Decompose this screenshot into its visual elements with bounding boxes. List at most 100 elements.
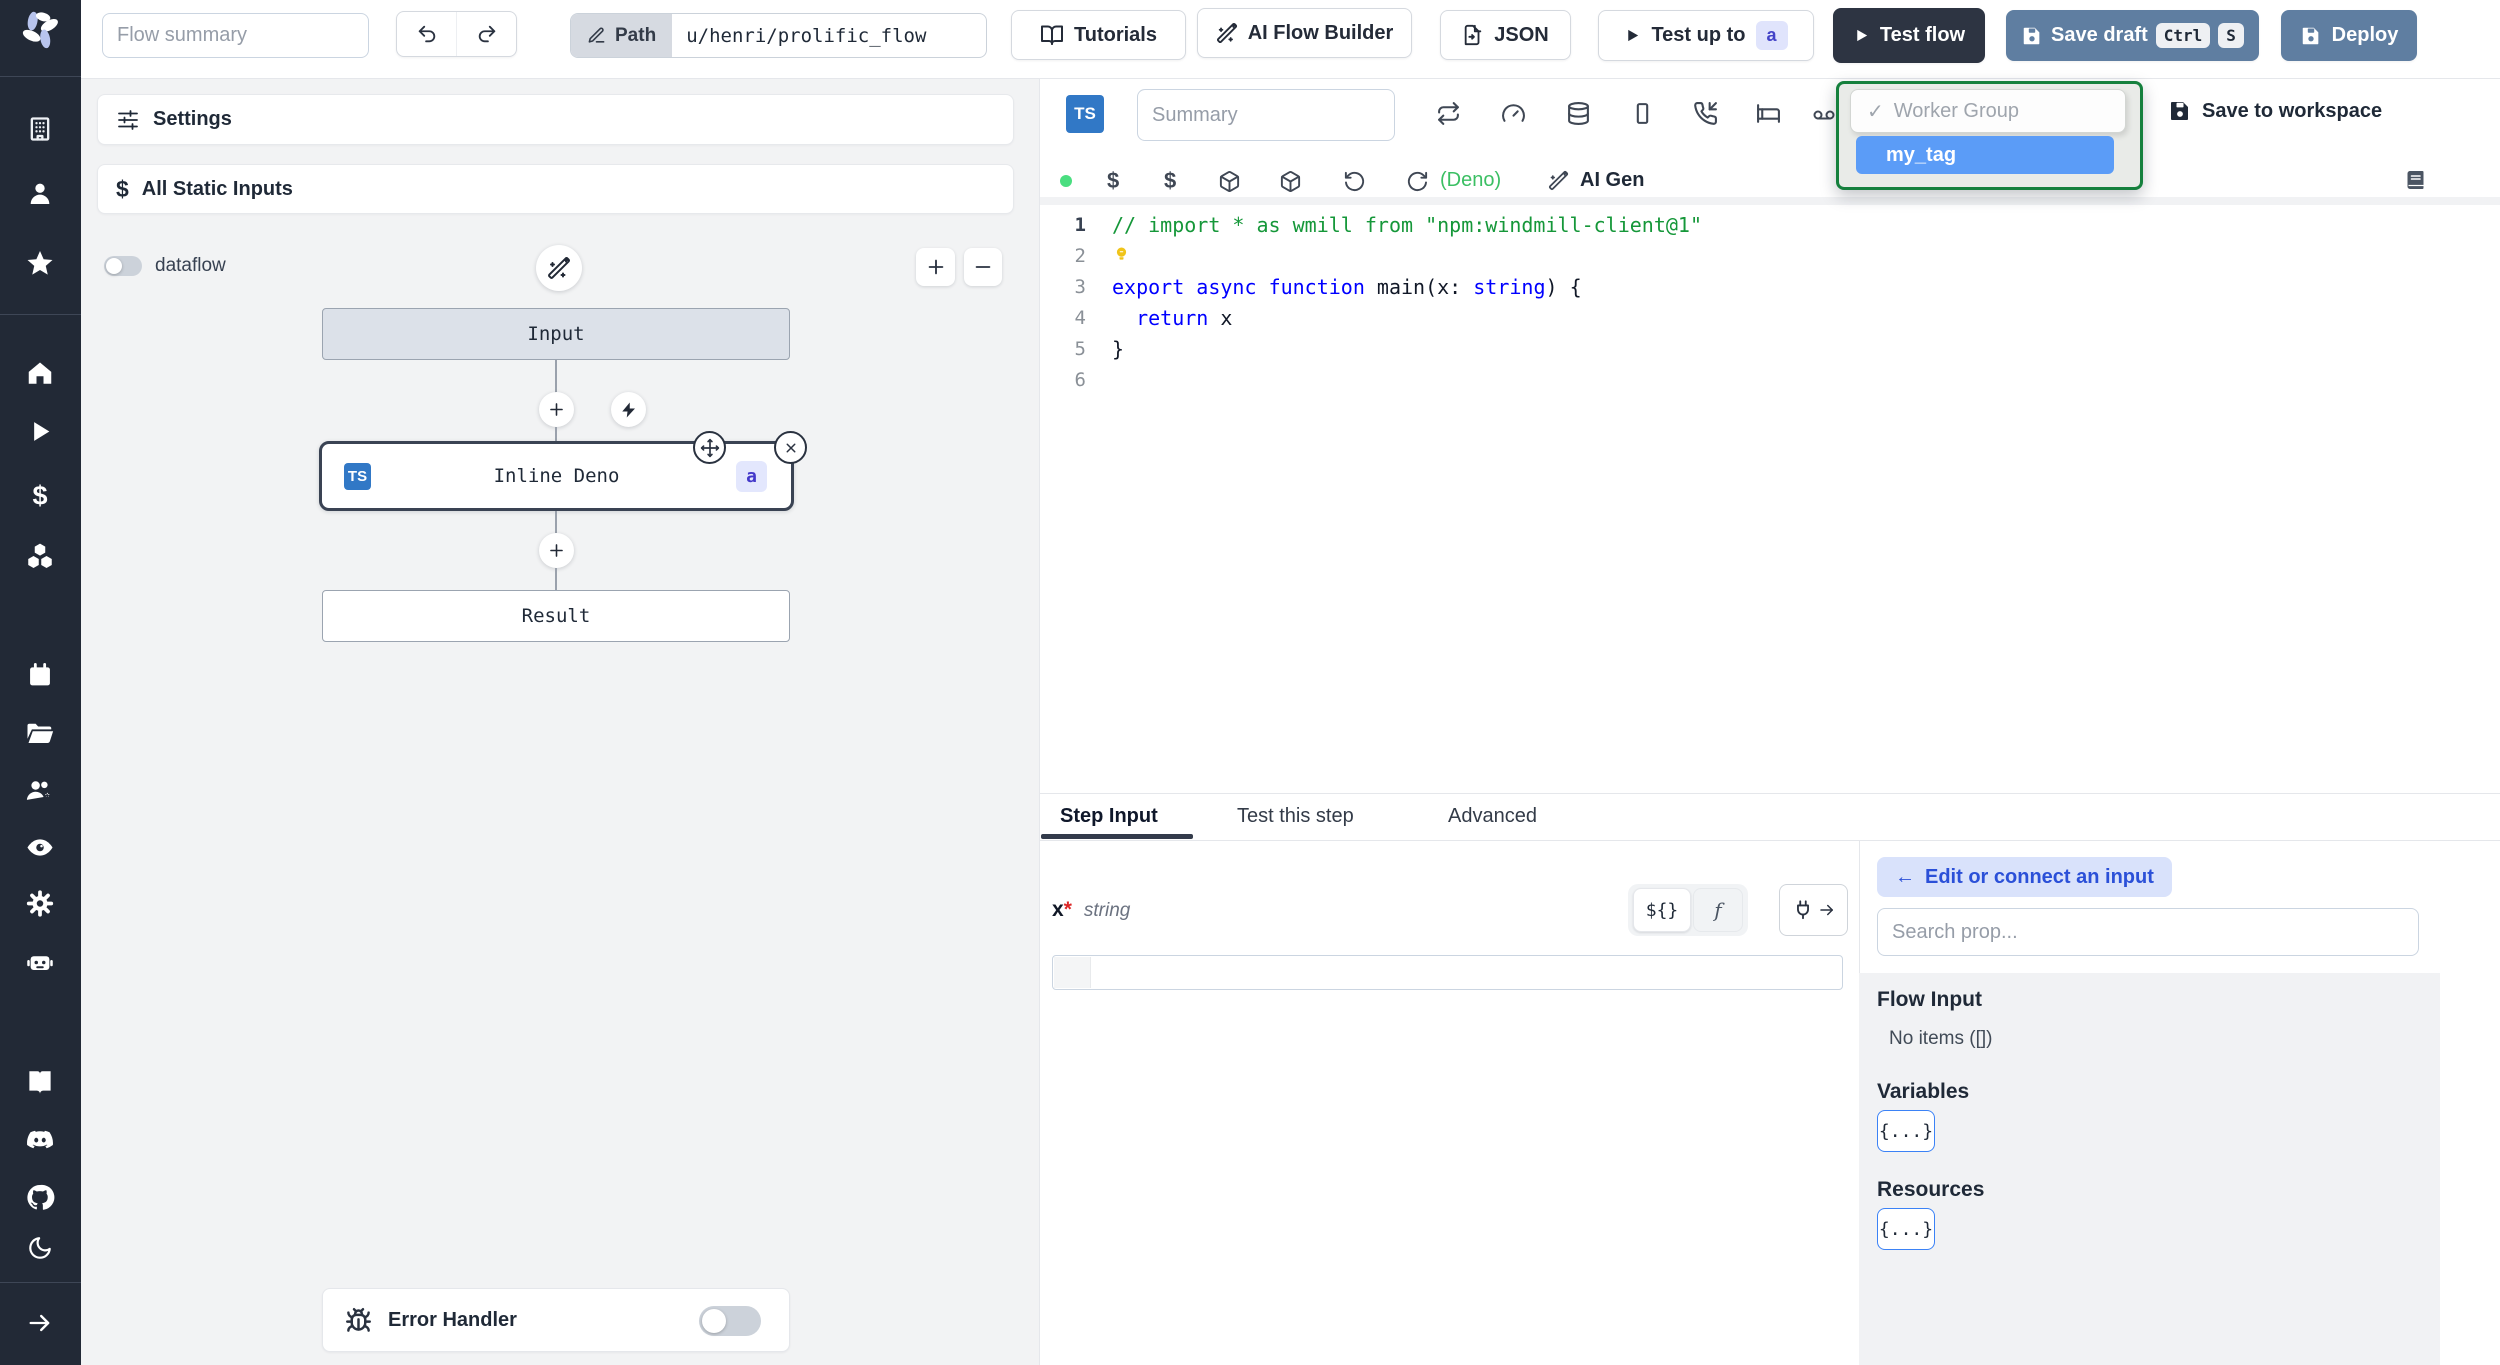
- connect-input-button[interactable]: [1779, 884, 1848, 936]
- cache-database-icon[interactable]: [1566, 101, 1591, 126]
- edge: [555, 511, 557, 533]
- worker-group-dropdown[interactable]: ✓ Worker Group my_tag: [1836, 81, 2143, 190]
- code-editor[interactable]: 1// import * as wmill from "npm:windmill…: [1040, 210, 2500, 790]
- docs-book-icon[interactable]: [25, 1068, 55, 1103]
- retries-repeat-icon[interactable]: [1436, 101, 1461, 126]
- reload-runtime-icon[interactable]: [1406, 170, 1429, 193]
- history-icon[interactable]: [1343, 170, 1366, 193]
- tutorials-label: Tutorials: [1074, 23, 1157, 46]
- variables-object-chip[interactable]: {...}: [1877, 1110, 1935, 1152]
- worker-group-option-my-tag[interactable]: my_tag: [1856, 136, 2114, 174]
- test-up-to-button[interactable]: Test up to a: [1598, 10, 1814, 61]
- arrow-right-icon: [1819, 904, 1833, 916]
- move-step-handle[interactable]: [693, 431, 726, 464]
- dataflow-toggle-knob: [106, 258, 122, 274]
- ai-wand-button[interactable]: [536, 245, 582, 291]
- tutorials-button[interactable]: Tutorials: [1011, 10, 1186, 60]
- ai-flow-builder-button[interactable]: AI Flow Builder: [1197, 8, 1412, 58]
- template-mode-button[interactable]: ${}: [1633, 888, 1691, 932]
- expand-sidebar-arrow-icon[interactable]: [26, 1309, 54, 1337]
- flow-input-node[interactable]: Input: [322, 308, 790, 360]
- discord-icon[interactable]: [25, 1125, 55, 1160]
- early-stop-icon[interactable]: [1630, 101, 1655, 126]
- my-tag-label: my_tag: [1886, 143, 1957, 166]
- error-handler-toggle[interactable]: [699, 1306, 761, 1336]
- error-handler-card[interactable]: Error Handler: [322, 1288, 790, 1352]
- settings-bar[interactable]: Settings: [97, 94, 1014, 145]
- package-box-icon[interactable]: [1279, 170, 1302, 193]
- variables-dollar-icon[interactable]: $: [32, 481, 47, 512]
- dollar-icon[interactable]: $: [1107, 168, 1119, 194]
- edit-or-connect-button[interactable]: ← Edit or connect an input: [1877, 857, 2172, 897]
- settings-gear-icon[interactable]: [25, 889, 55, 924]
- flow-input-section-title: Flow Input: [1877, 988, 1982, 1011]
- trigger-zap-button[interactable]: [611, 392, 646, 427]
- favorites-star-icon[interactable]: [25, 249, 55, 284]
- deploy-button[interactable]: Deploy: [2281, 10, 2417, 61]
- lightbulb-icon[interactable]: [1112, 242, 1131, 273]
- play-icon: [1857, 29, 1868, 42]
- resources-cubes-icon[interactable]: [25, 541, 55, 576]
- flow-summary-input[interactable]: [102, 13, 369, 58]
- package-box-icon[interactable]: [1218, 170, 1241, 193]
- home-icon[interactable]: [25, 358, 55, 393]
- ai-robot-icon[interactable]: [25, 948, 55, 983]
- test-up-to-step-badge[interactable]: a: [1755, 21, 1788, 50]
- mock-voicemail-icon[interactable]: [1812, 103, 1836, 127]
- groups-users-gear-icon[interactable]: [25, 776, 55, 811]
- path-value[interactable]: u/henri/prolific_flow: [672, 14, 940, 57]
- audit-eye-icon[interactable]: [25, 833, 55, 868]
- summary-input[interactable]: [1137, 89, 1395, 141]
- tab-step-input[interactable]: Step Input: [1060, 805, 1158, 828]
- javascript-mode-button[interactable]: f: [1693, 888, 1743, 932]
- suspend-phone-icon[interactable]: [1693, 101, 1718, 126]
- resources-section-title: Resources: [1877, 1178, 1985, 1201]
- dataflow-toggle[interactable]: [104, 256, 142, 276]
- save-draft-button[interactable]: Save draft Ctrl S: [2006, 10, 2259, 61]
- delete-step-button[interactable]: [774, 431, 807, 464]
- runs-play-icon[interactable]: [26, 418, 54, 451]
- tab-advanced[interactable]: Advanced: [1448, 805, 1537, 828]
- result-node[interactable]: Result: [322, 590, 790, 642]
- save-to-workspace-button[interactable]: Save to workspace: [2168, 99, 2382, 123]
- windmill-logo-icon[interactable]: [17, 8, 63, 59]
- toolbar-divider: [1040, 197, 2500, 205]
- move-icon: [700, 438, 719, 457]
- tab-test-this-step[interactable]: Test this step: [1237, 805, 1354, 828]
- dollar-icon[interactable]: $: [1164, 168, 1176, 194]
- insert-step-button[interactable]: [539, 533, 574, 568]
- worker-group-placeholder-option[interactable]: ✓ Worker Group: [1850, 89, 2126, 133]
- save-icon: [2171, 102, 2188, 120]
- folders-icon[interactable]: [25, 718, 55, 753]
- all-static-inputs-bar[interactable]: $ All Static Inputs: [97, 164, 1014, 214]
- minus-icon: [975, 266, 991, 268]
- user-icon[interactable]: [26, 180, 54, 213]
- dark-mode-moon-icon[interactable]: [27, 1235, 53, 1261]
- pencil-icon: [588, 27, 605, 43]
- test-up-to-label: Test up to: [1651, 24, 1746, 46]
- edit-or-connect-label: Edit or connect an input: [1925, 865, 2154, 888]
- ai-gen-label[interactable]: AI Gen: [1580, 169, 1644, 192]
- json-button[interactable]: JSON: [1440, 10, 1571, 60]
- undo-button[interactable]: [397, 12, 456, 56]
- zoom-in-button[interactable]: [916, 248, 955, 286]
- redo-button[interactable]: [456, 12, 516, 56]
- code-line: 6: [1040, 365, 2500, 396]
- schedules-calendar-icon[interactable]: [26, 662, 54, 695]
- resources-object-chip[interactable]: {...}: [1877, 1208, 1935, 1250]
- script-library-book-icon[interactable]: [2404, 168, 2428, 197]
- path-button[interactable]: Path: [571, 14, 673, 57]
- workspace-building-icon[interactable]: [26, 115, 54, 143]
- github-icon[interactable]: [25, 1183, 55, 1218]
- search-prop-input[interactable]: [1877, 908, 2419, 956]
- test-flow-button[interactable]: Test flow: [1833, 8, 1985, 63]
- insert-step-button[interactable]: [539, 392, 574, 427]
- field-value-input[interactable]: [1052, 955, 1843, 990]
- sleep-bed-icon[interactable]: [1756, 101, 1781, 126]
- line-number: 2: [1074, 245, 1086, 267]
- ai-gen-wand-icon[interactable]: [1548, 170, 1569, 191]
- path-editor[interactable]: Path u/henri/prolific_flow: [570, 13, 987, 58]
- concurrency-gauge-icon[interactable]: [1501, 101, 1526, 126]
- zoom-out-button[interactable]: [964, 248, 1002, 286]
- sliders-icon: [118, 109, 138, 130]
